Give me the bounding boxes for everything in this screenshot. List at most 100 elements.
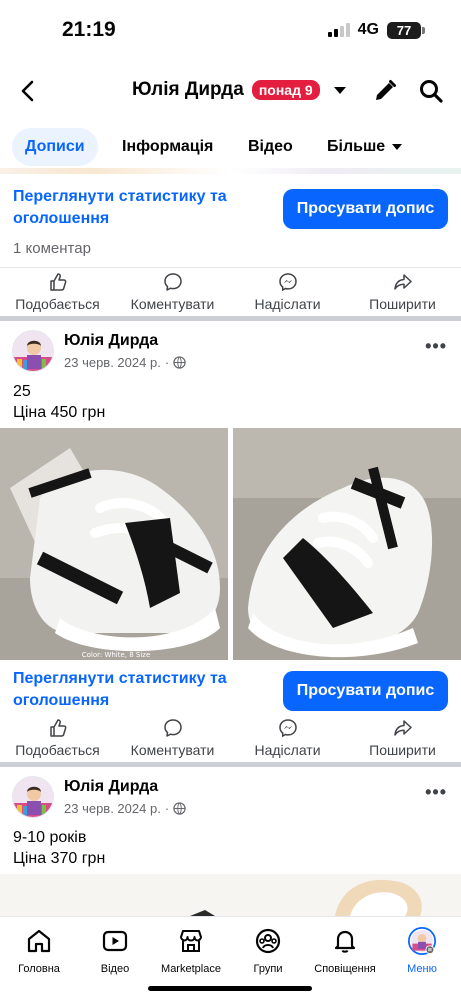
menu-avatar-icon [408, 927, 436, 955]
like-label: Подобається [15, 742, 100, 758]
nav-home[interactable]: Головна [1, 927, 77, 975]
nav-marketplace[interactable]: Marketplace [153, 927, 229, 975]
nav-label: Сповіщення [314, 963, 376, 975]
messenger-icon [278, 719, 297, 738]
post-photo[interactable] [0, 874, 461, 916]
post-text-line: Ціна 450 грн [13, 404, 106, 421]
post-date[interactable]: 23 черв. 2024 р. [64, 801, 161, 816]
marketplace-icon [180, 930, 202, 952]
tab-more[interactable]: Більше [327, 128, 403, 166]
status-icons: 4G 77 [327, 21, 425, 39]
profile-tabs: Дописи Інформація Відео Більше [0, 125, 461, 169]
divider [0, 267, 461, 268]
send-button[interactable]: Надіслати [230, 718, 345, 758]
dot-separator: · [164, 355, 170, 370]
post-separator [0, 762, 461, 767]
boost-post-button[interactable]: Просувати допис [283, 189, 448, 229]
post-meta: 23 черв. 2024 р. · [64, 801, 186, 816]
post-date[interactable]: 23 черв. 2024 р. [64, 355, 161, 370]
nav-label: Головна [18, 963, 60, 975]
messenger-icon [278, 273, 297, 292]
nav-label: Меню [407, 963, 437, 975]
more-options-icon[interactable]: ••• [425, 782, 447, 803]
send-label: Надіслати [254, 742, 321, 758]
thumbs-up-icon [49, 719, 66, 737]
send-button[interactable]: Надіслати [230, 272, 345, 312]
sneaker-photo-right [233, 428, 461, 660]
post-body: 25 Ціна 450 грн [13, 381, 105, 423]
post-photo-preview [0, 874, 461, 916]
dot-separator: · [164, 801, 170, 816]
home-indicator[interactable] [148, 986, 312, 991]
view-insights-link[interactable]: Переглянути статистику та оголошення [13, 668, 268, 712]
chevron-down-icon [333, 86, 346, 94]
page-title: Юлія Дирда [132, 79, 244, 100]
post-author[interactable]: Юлія Дирда [64, 332, 158, 350]
groups-icon [255, 928, 281, 954]
profile-photo-icon [13, 777, 53, 817]
tab-posts-label: Дописи [25, 138, 85, 155]
search-icon[interactable] [418, 78, 444, 104]
post-promo-bar: Переглянути статистику та оголошення Про… [0, 662, 461, 722]
share-arrow-icon [393, 274, 412, 290]
tab-posts[interactable]: Дописи [12, 128, 98, 166]
like-button[interactable]: Подобається [0, 272, 115, 312]
signal-icon [327, 23, 350, 37]
view-insights-link[interactable]: Переглянути статистику та оголошення [13, 186, 268, 230]
post-text-line: 25 [13, 383, 31, 400]
video-icon [102, 930, 128, 952]
comment-button[interactable]: Коментувати [115, 718, 230, 758]
battery-icon: 77 [387, 21, 425, 39]
previous-post-image-edge [0, 168, 461, 174]
comment-count[interactable]: 1 коментар [13, 240, 91, 257]
nav-notifications[interactable]: Сповіщення [307, 927, 383, 975]
boost-post-button[interactable]: Просувати допис [283, 671, 448, 711]
nav-video[interactable]: Відео [77, 927, 153, 975]
post-header: Юлія Дирда 23 черв. 2024 р. · ••• [0, 770, 461, 820]
post-meta: 23 черв. 2024 р. · [64, 355, 186, 370]
nav-label: Marketplace [161, 963, 221, 975]
share-label: Поширити [369, 296, 436, 312]
avatar[interactable] [12, 330, 54, 372]
post-promo-bar: Переглянути статистику та оголошення Про… [0, 180, 461, 240]
back-arrow-icon[interactable] [14, 76, 44, 106]
network-type: 4G [357, 21, 379, 38]
avatar[interactable] [12, 776, 54, 818]
post-header: Юлія Дирда 23 черв. 2024 р. · ••• [0, 324, 461, 374]
comment-bubble-icon [163, 273, 182, 291]
page-header: Юлія Дирда понад 9 [0, 62, 461, 120]
like-label: Подобається [15, 296, 100, 312]
share-label: Поширити [369, 742, 436, 758]
like-button[interactable]: Подобається [0, 718, 115, 758]
post-separator [0, 316, 461, 321]
tab-video-label: Відео [248, 138, 293, 155]
nav-groups[interactable]: Групи [230, 927, 306, 975]
share-button[interactable]: Поширити [345, 718, 460, 758]
post-photo[interactable]: Color: White, 8 Size [0, 428, 228, 660]
notification-badge: понад 9 [251, 80, 320, 100]
nav-menu[interactable]: Меню [384, 927, 460, 975]
comment-label: Коментувати [130, 742, 215, 758]
post-author[interactable]: Юлія Дирда [64, 778, 158, 796]
post-actions: Подобається Коментувати Надіслати Пошири… [0, 272, 461, 316]
profile-switcher[interactable]: Юлія Дирда понад 9 [132, 79, 346, 101]
comment-label: Коментувати [130, 296, 215, 312]
tab-video[interactable]: Відео [248, 128, 293, 166]
post-body: 9-10 років Ціна 370 грн [13, 827, 105, 869]
nav-label: Групи [253, 963, 283, 975]
sneaker-photo-left: Color: White, 8 Size [0, 428, 228, 660]
chevron-down-icon [392, 143, 403, 150]
edit-pencil-icon[interactable] [372, 78, 398, 104]
post-actions: Подобається Коментувати Надіслати Пошири… [0, 718, 461, 762]
tab-info[interactable]: Інформація [122, 128, 213, 166]
thumbs-up-icon [49, 273, 66, 291]
comment-button[interactable]: Коментувати [115, 272, 230, 312]
post-photo[interactable] [233, 428, 461, 660]
tab-info-label: Інформація [122, 138, 214, 155]
battery-level: 77 [396, 22, 412, 38]
share-button[interactable]: Поширити [345, 272, 460, 312]
globe-icon [173, 802, 186, 815]
more-options-icon[interactable]: ••• [425, 336, 447, 357]
clock: 21:19 [62, 18, 116, 41]
globe-icon [173, 356, 186, 369]
